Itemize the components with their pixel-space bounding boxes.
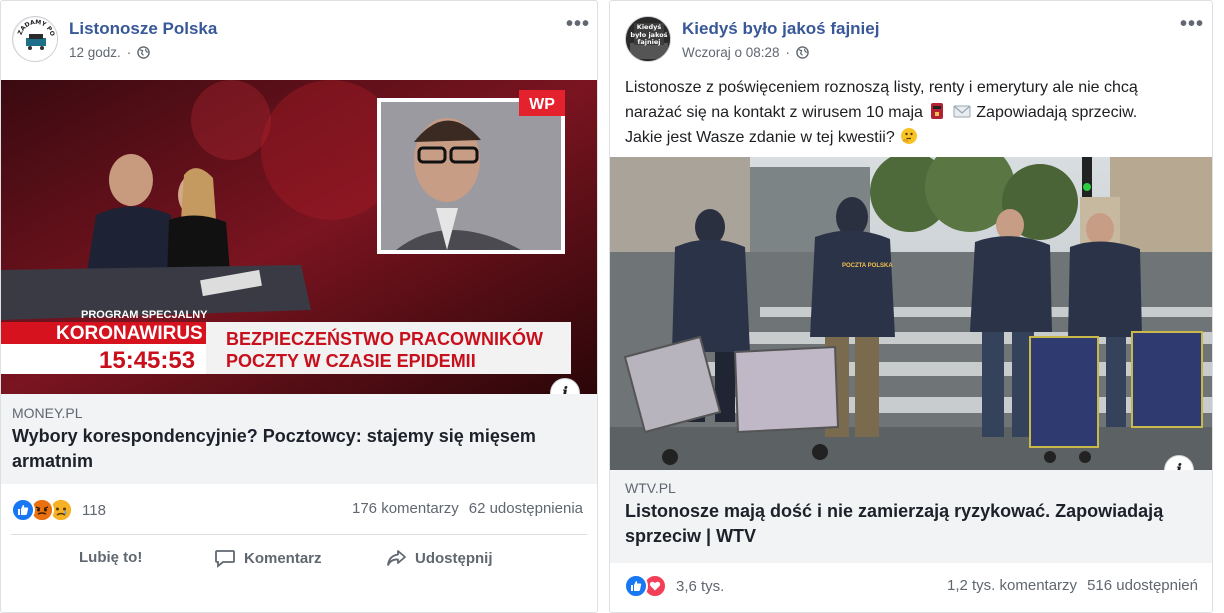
link-preview-box[interactable]: WTV.PL Listonosze mają dość i nie zamier… (610, 470, 1212, 563)
link-preview-image[interactable]: WP PROGRAM SPECJALNY KORONAWIRUS 15:45:5… (1, 80, 597, 394)
shares-count-link[interactable]: 62 udostępnienia (469, 500, 583, 517)
like-reaction-icon (11, 498, 35, 522)
postmen-street-photo: POCZTA POLSKA (610, 157, 1212, 470)
post-timestamp[interactable]: 12 godz. (69, 45, 121, 60)
avatar-text: Kiedyś było jakoś fajniej (630, 23, 668, 46)
comment-icon (215, 550, 235, 568)
globe-icon (137, 46, 151, 59)
reactions-summary[interactable]: 3,6 tys. (624, 574, 724, 598)
post-card-listonosze-polska: ZADAMY PODWYŻEK Listonosze Polska 12 god… (0, 0, 598, 613)
more-options-icon[interactable]: ••• (566, 14, 590, 34)
action-bar (11, 534, 587, 535)
tv-broadcast-illustration: WP PROGRAM SPECJALNY KORONAWIRUS 15:45:5… (1, 80, 597, 394)
post-text-line1: Listonosze z poświęceniem roznoszą listy… (625, 79, 1138, 96)
page-avatar[interactable]: Kiedyś było jakoś fajniej (625, 16, 671, 62)
share-button-label: Udostępnij (415, 549, 493, 567)
post-text-line3: Jakie jest Wasze zdanie w tej kwestii? (625, 125, 1205, 150)
share-button[interactable]: Udostępnij (385, 547, 493, 569)
like-reaction-icon (624, 574, 648, 598)
like-button[interactable]: Lubię to! (79, 549, 142, 566)
comments-count-link[interactable]: 176 komentarzy (352, 500, 459, 517)
comment-button-label: Komentarz (244, 549, 322, 567)
reactions-summary[interactable]: 118 (11, 498, 106, 522)
jacket-label: POCZTA POLSKA (842, 263, 893, 269)
envelope-emoji-icon (953, 105, 971, 118)
broadcast-clock: 15:45:53 (99, 347, 195, 374)
headline-line1: BEZPIECZEŃSTWO PRACOWNIKÓW (226, 328, 543, 349)
page-avatar[interactable]: ZADAMY PODWYŻEK (12, 16, 58, 62)
page-name-link[interactable]: Kiedyś było jakoś fajniej (682, 19, 879, 39)
thinking-face-emoji-icon (901, 128, 918, 144)
comments-count-link[interactable]: 1,2 tys. komentarzy (947, 577, 1077, 594)
postbox-emoji-icon (931, 103, 944, 119)
post-text: Listonosze z poświęceniem roznoszą listy… (625, 75, 1205, 150)
reactions-count: 118 (82, 501, 106, 519)
headline-line2: POCZTY W CZASIE EPIDEMII (226, 351, 476, 371)
link-domain: WTV.PL (625, 480, 676, 496)
link-preview-image[interactable]: POCZTA POLSKA i (610, 157, 1212, 470)
comment-button[interactable]: Komentarz (214, 547, 322, 569)
link-preview-box[interactable]: MONEY.PL Wybory korespondencyjnie? Poczt… (1, 394, 597, 484)
link-title[interactable]: Wybory korespondencyjnie? Pocztowcy: sta… (12, 424, 582, 474)
shares-count-link[interactable]: 516 udostępnień (1087, 577, 1198, 594)
share-icon (387, 550, 406, 566)
topic-label: KORONAWIRUS (56, 323, 203, 344)
like-button-label: Lubię to! (79, 549, 143, 566)
tv-logo: WP (529, 96, 555, 113)
post-card-kiedys-bylo-jakos-fajniej: Kiedyś było jakoś fajniej Kiedyś było ja… (609, 0, 1213, 613)
more-options-icon[interactable]: ••• (1180, 14, 1204, 34)
link-title[interactable]: Listonosze mają dość i nie zamierzają ry… (625, 499, 1200, 549)
reactions-count: 3,6 tys. (676, 577, 725, 595)
globe-icon (796, 46, 809, 59)
page-name-link[interactable]: Listonosze Polska (69, 19, 217, 39)
program-label: PROGRAM SPECJALNY (81, 309, 208, 321)
link-domain: MONEY.PL (12, 405, 83, 421)
post-timestamp[interactable]: Wczoraj o 08:28 (682, 45, 780, 60)
post-text-line2: narażać się na kontakt z wirusem 10 maja… (625, 103, 1138, 121)
